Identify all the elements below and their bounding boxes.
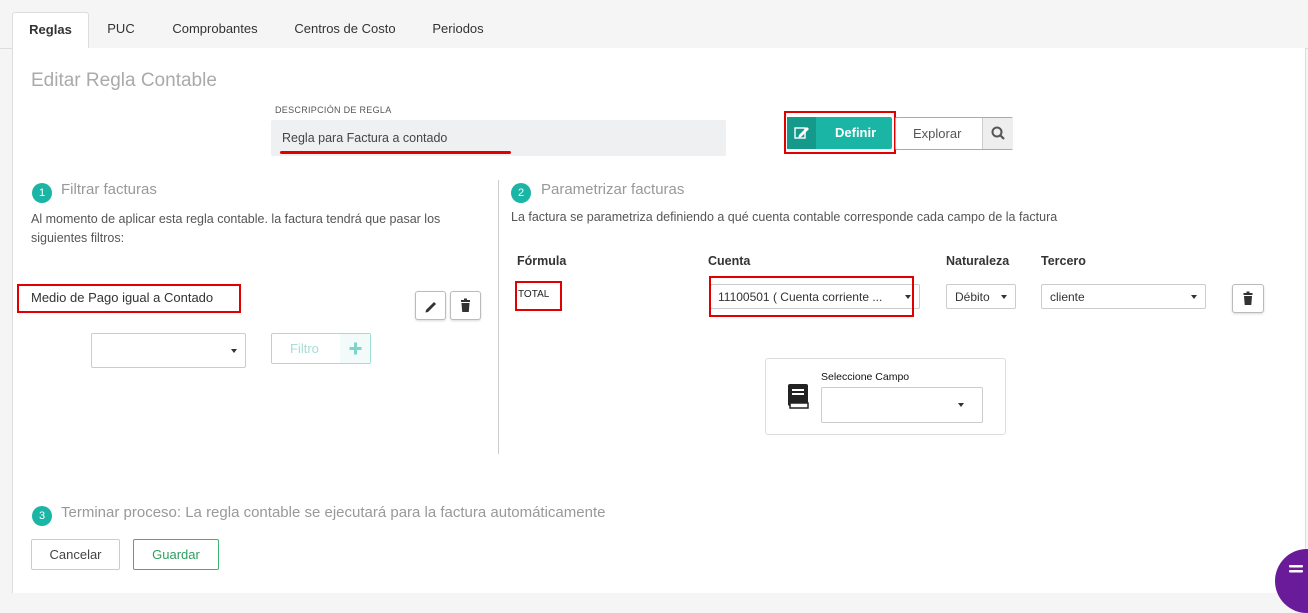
edit-filter-button[interactable]: [415, 291, 446, 320]
add-filter-label: Filtro: [290, 341, 319, 356]
save-button[interactable]: Guardar: [133, 539, 219, 570]
tab-centros-de-costo[interactable]: Centros de Costo: [283, 12, 407, 49]
step1-number: 1: [32, 183, 52, 203]
explorar-label: Explorar: [913, 126, 962, 141]
cancel-button[interactable]: Cancelar: [31, 539, 120, 570]
step2-description: La factura se parametriza definiendo a q…: [511, 210, 1058, 224]
chevron-down-icon: [231, 348, 237, 353]
tab-reglas[interactable]: Reglas: [12, 12, 89, 50]
step3-number: 3: [32, 506, 52, 526]
step1-description: Al momento de aplicar esta regla contabl…: [31, 212, 441, 245]
column-formula: Fórmula: [517, 254, 567, 268]
column-cuenta: Cuenta: [708, 254, 751, 268]
tercero-value: cliente: [1050, 290, 1085, 304]
chat-icon: [1289, 565, 1303, 573]
description-value: Regla para Factura a contado: [282, 131, 448, 145]
section-divider: [498, 180, 499, 454]
step2-title: Parametrizar facturas: [541, 181, 685, 198]
tercero-select[interactable]: cliente: [1041, 284, 1206, 309]
tab-bar: Reglas PUC Comprobantes Centros de Costo…: [0, 0, 1308, 50]
column-naturaleza: Naturaleza: [946, 254, 1010, 268]
step2-number: 2: [511, 183, 531, 203]
page-title: Editar Regla Contable: [31, 70, 217, 91]
tab-periodos[interactable]: Periodos: [420, 12, 496, 49]
campo-card: Seleccione Campo: [765, 358, 1006, 435]
step3-title: Terminar proceso: La regla contable se e…: [61, 504, 606, 521]
description-label: DESCRIPCIÓN DE REGLA: [275, 105, 392, 115]
naturaleza-value: Débito: [955, 290, 990, 304]
chevron-down-icon: [1191, 294, 1197, 299]
filter-field-select[interactable]: [91, 333, 246, 368]
chevron-down-icon: [1001, 294, 1007, 299]
description-underline-annotation: [280, 151, 511, 154]
delete-row-button[interactable]: [1232, 284, 1264, 313]
explorar-button[interactable]: Explorar: [895, 117, 1013, 150]
trash-icon: [1243, 291, 1253, 305]
campo-select[interactable]: [821, 387, 983, 423]
naturaleza-select[interactable]: Débito: [946, 284, 1016, 309]
tab-comprobantes[interactable]: Comprobantes: [160, 12, 270, 49]
filter-item-annotation: [17, 284, 241, 313]
formula-annotation: [515, 281, 562, 311]
chevron-down-icon: [958, 403, 964, 407]
book-icon: [786, 383, 810, 416]
cuenta-annotation: [709, 276, 914, 317]
search-icon[interactable]: [982, 118, 1013, 149]
delete-filter-button[interactable]: [450, 291, 481, 320]
plus-icon: [340, 334, 370, 363]
tab-puc[interactable]: PUC: [96, 12, 146, 49]
campo-label: Seleccione Campo: [821, 371, 910, 383]
step1-title: Filtrar facturas: [61, 181, 157, 198]
definir-annotation: [784, 111, 896, 154]
pencil-icon: [425, 302, 436, 313]
trash-icon: [461, 298, 470, 312]
column-tercero: Tercero: [1041, 254, 1086, 268]
add-filter-button[interactable]: Filtro: [271, 333, 371, 364]
